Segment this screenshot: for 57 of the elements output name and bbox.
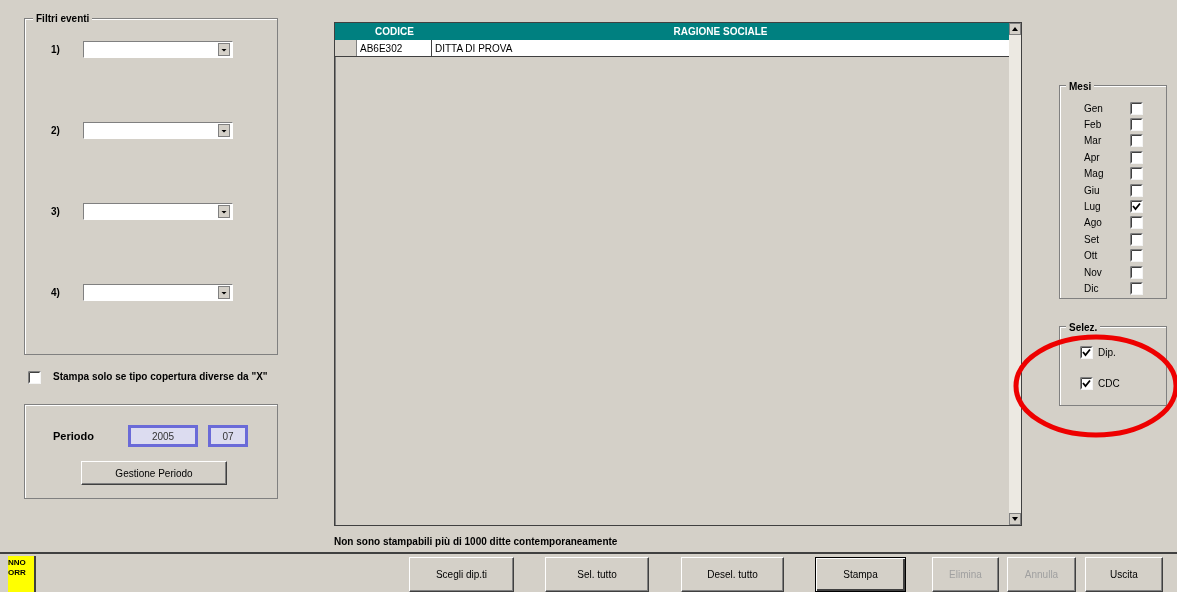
dropdown-field[interactable] bbox=[83, 122, 233, 139]
dropdown-field[interactable] bbox=[83, 284, 233, 301]
table-cell: DITTA DI PROVA bbox=[432, 40, 1009, 56]
month-label: Feb bbox=[1084, 118, 1103, 133]
toolbar-button[interactable]: Desel. tutto bbox=[681, 557, 784, 592]
month-label: Nov bbox=[1084, 265, 1103, 280]
checkbox[interactable] bbox=[1130, 216, 1143, 230]
checkbox[interactable] bbox=[1130, 282, 1143, 295]
dropdown-field[interactable] bbox=[83, 203, 233, 220]
month-label: Lug bbox=[1084, 200, 1102, 215]
month-label: Giu bbox=[1084, 183, 1101, 198]
row-header[interactable] bbox=[335, 40, 357, 56]
column-header[interactable]: CODICE bbox=[357, 23, 432, 40]
scroll-down-icon[interactable] bbox=[1009, 513, 1021, 525]
checkbox[interactable] bbox=[1130, 150, 1143, 164]
month-label: Gen bbox=[1084, 101, 1104, 116]
status-badge: NNO ORR bbox=[8, 556, 36, 592]
filter-label: 3) bbox=[51, 205, 61, 219]
checkbox[interactable] bbox=[1130, 200, 1143, 214]
toolbar-button[interactable]: Uscita bbox=[1085, 557, 1163, 592]
checkbox[interactable] bbox=[1130, 183, 1143, 197]
checkbox-label: Dip. bbox=[1098, 346, 1116, 360]
table-cell: AB6E302 bbox=[357, 40, 432, 56]
month-label: Mag bbox=[1084, 167, 1105, 182]
month-label: Mar bbox=[1084, 134, 1103, 149]
scroll-up-icon[interactable] bbox=[1009, 23, 1021, 35]
notice-text: Non sono stampabili più di 1000 ditte contemporaneamente bbox=[334, 535, 619, 549]
checkbox[interactable] bbox=[1130, 167, 1143, 181]
month-label: Apr bbox=[1084, 150, 1101, 165]
checkbox[interactable] bbox=[1130, 249, 1143, 263]
checkbox[interactable] bbox=[1130, 101, 1143, 115]
checkbox-label: Stampa solo se tipo copertura diverse da "X" bbox=[53, 371, 269, 382]
toolbar-button[interactable]: Sel. tutto bbox=[545, 557, 649, 592]
checkbox[interactable] bbox=[1130, 265, 1143, 279]
period-button[interactable]: Gestione Periodo bbox=[81, 461, 227, 485]
checkbox[interactable] bbox=[1130, 232, 1143, 246]
checkbox[interactable] bbox=[1130, 118, 1143, 132]
filter-label: 1) bbox=[51, 43, 61, 57]
month-field[interactable]: 07 bbox=[208, 425, 248, 447]
period-label: Periodo bbox=[53, 428, 95, 444]
checkbox[interactable] bbox=[1130, 134, 1143, 148]
filter-label: 2) bbox=[51, 124, 61, 138]
month-label: Ago bbox=[1084, 216, 1103, 231]
month-label: Ott bbox=[1084, 249, 1099, 264]
checkbox[interactable] bbox=[1080, 346, 1093, 359]
year-field[interactable]: 2005 bbox=[128, 425, 198, 447]
scrollbar[interactable] bbox=[1009, 23, 1021, 525]
toolbar-button[interactable]: Stampa bbox=[815, 557, 906, 592]
filter-label: 4) bbox=[51, 286, 61, 300]
month-label: Set bbox=[1084, 232, 1100, 247]
column-header[interactable]: RAGIONE SOCIALE bbox=[432, 23, 1009, 40]
dropdown-field[interactable] bbox=[83, 41, 233, 58]
checkbox-label: CDC bbox=[1098, 377, 1120, 391]
month-label: Dic bbox=[1084, 282, 1100, 296]
checkbox[interactable] bbox=[28, 371, 41, 384]
toolbar-button[interactable]: Scegli dip.ti bbox=[409, 557, 514, 592]
checkbox[interactable] bbox=[1080, 377, 1093, 390]
